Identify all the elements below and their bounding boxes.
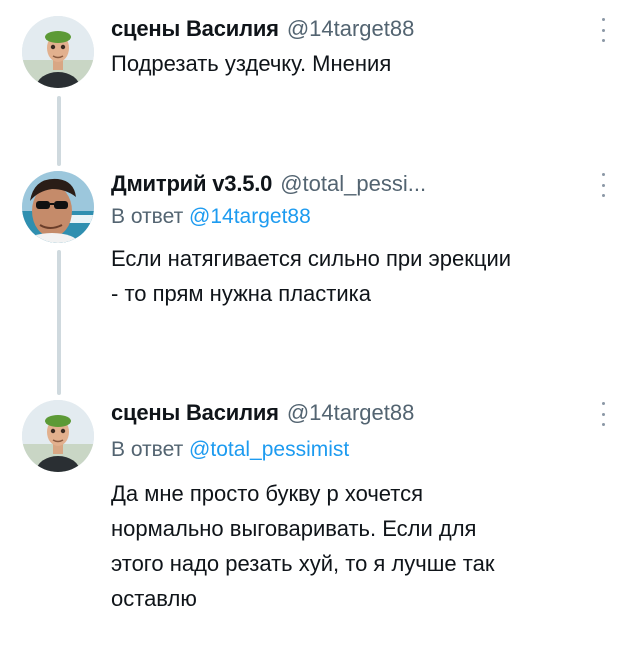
avatar[interactable] bbox=[22, 171, 94, 243]
tweet[interactable]: сцены Василия @14target88 Подрезать узде… bbox=[0, 16, 640, 96]
tweet-text: Подрезать уздечку. Мнения bbox=[111, 51, 392, 76]
tweet[interactable]: Дмитрий v3.5.0 @total_pessi... В ответ @… bbox=[0, 171, 640, 321]
tweet[interactable]: сцены Василия @14target88 В ответ @total… bbox=[0, 400, 640, 620]
thread-connector-line bbox=[57, 96, 61, 166]
author-handle[interactable]: @14target88 bbox=[287, 16, 415, 42]
reply-label: В ответ bbox=[111, 438, 184, 461]
reply-label: В ответ bbox=[111, 205, 184, 228]
tweet-text: Да мне просто букву р хочется нормально … bbox=[111, 481, 495, 611]
tweet-header: сцены Василия @14target88 bbox=[111, 400, 414, 430]
author-name[interactable]: Дмитрий v3.5.0 bbox=[111, 171, 272, 197]
author-name[interactable]: сцены Василия bbox=[111, 16, 279, 42]
more-options-icon[interactable] bbox=[599, 173, 607, 197]
tweet-header: Дмитрий v3.5.0 @total_pessi... bbox=[111, 171, 426, 201]
author-name[interactable]: сцены Василия bbox=[111, 400, 279, 426]
reply-mention-link[interactable]: @total_pessimist bbox=[189, 438, 349, 461]
tweet-text: Если натягивается сильно при эрекции - т… bbox=[111, 246, 512, 306]
avatar[interactable] bbox=[22, 400, 94, 472]
more-options-icon[interactable] bbox=[599, 402, 607, 426]
avatar-man-green-cap-icon bbox=[22, 400, 94, 472]
tweet-header: сцены Василия @14target88 bbox=[111, 16, 414, 46]
reply-mention-link[interactable]: @14target88 bbox=[189, 205, 311, 228]
reply-context: В ответ @total_pessimist bbox=[111, 438, 349, 462]
avatar[interactable] bbox=[22, 16, 94, 88]
author-handle[interactable]: @total_pessi... bbox=[280, 171, 426, 197]
avatar-man-sunglasses-icon bbox=[22, 171, 94, 243]
author-handle[interactable]: @14target88 bbox=[287, 400, 415, 426]
more-options-icon[interactable] bbox=[599, 18, 607, 42]
avatar-man-green-cap-icon bbox=[22, 16, 94, 88]
reply-context: В ответ @14target88 bbox=[111, 205, 311, 229]
